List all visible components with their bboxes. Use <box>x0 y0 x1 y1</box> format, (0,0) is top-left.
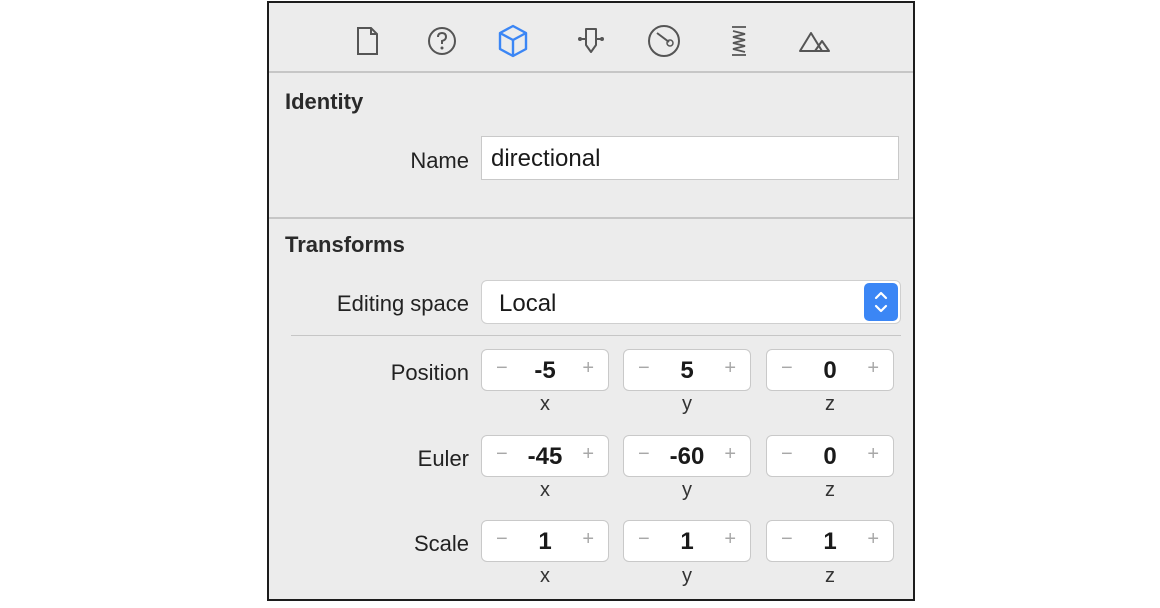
scale-y-stepper[interactable]: − 1 + <box>623 520 751 562</box>
increment-button[interactable]: + <box>867 528 879 551</box>
axis-label-z: z <box>825 393 835 415</box>
editing-space-select[interactable]: Local <box>481 280 901 324</box>
euler-y-stepper[interactable]: − -60 + <box>623 435 751 477</box>
chevron-up-down-icon[interactable] <box>864 283 898 321</box>
name-label: Name <box>410 148 469 173</box>
axis-label-z: z <box>825 479 835 501</box>
increment-button[interactable]: + <box>867 443 879 466</box>
increment-button[interactable]: + <box>867 357 879 380</box>
editing-space-label: Editing space <box>336 291 469 316</box>
axis-label-y: y <box>682 393 692 415</box>
position-y-stepper[interactable]: − 5 + <box>623 349 751 391</box>
file-icon[interactable] <box>347 21 387 61</box>
euler-label: Euler <box>417 446 469 471</box>
editing-space-value: Local <box>499 290 557 317</box>
axis-label-y: y <box>682 479 692 501</box>
axis-label-x: x <box>540 565 550 587</box>
scale-z-stepper[interactable]: − 1 + <box>766 520 894 562</box>
increment-button[interactable]: + <box>582 528 594 551</box>
physics-icon[interactable] <box>719 21 759 61</box>
identity-section-title: Identity <box>285 89 364 114</box>
axis-label-x: x <box>540 393 550 415</box>
section-divider <box>269 217 913 219</box>
scale-label: Scale <box>413 531 469 556</box>
help-icon[interactable] <box>422 21 462 61</box>
increment-button[interactable]: + <box>582 443 594 466</box>
euler-z-stepper[interactable]: − 0 + <box>766 435 894 477</box>
axis-label-y: y <box>682 565 692 587</box>
position-x-stepper[interactable]: − -5 + <box>481 349 609 391</box>
increment-button[interactable]: + <box>724 357 736 380</box>
increment-button[interactable]: + <box>724 528 736 551</box>
scale-x-stepper[interactable]: − 1 + <box>481 520 609 562</box>
increment-button[interactable]: + <box>724 443 736 466</box>
cube-icon[interactable] <box>493 21 533 61</box>
transforms-section-title: Transforms <box>285 232 405 257</box>
axis-label-z: z <box>825 565 835 587</box>
increment-button[interactable]: + <box>582 357 594 380</box>
material-icon[interactable] <box>644 21 684 61</box>
inspector-toolbar <box>269 3 913 73</box>
position-z-stepper[interactable]: − 0 + <box>766 349 894 391</box>
inspector-panel: Identity Name directional Transforms Edi… <box>267 1 915 601</box>
scene-icon[interactable] <box>795 21 835 61</box>
euler-x-stepper[interactable]: − -45 + <box>481 435 609 477</box>
axis-label-x: x <box>540 479 550 501</box>
editing-space-divider <box>291 335 901 336</box>
attributes-icon[interactable] <box>571 21 611 61</box>
position-label: Position <box>390 360 469 385</box>
name-field[interactable]: directional <box>481 136 899 180</box>
